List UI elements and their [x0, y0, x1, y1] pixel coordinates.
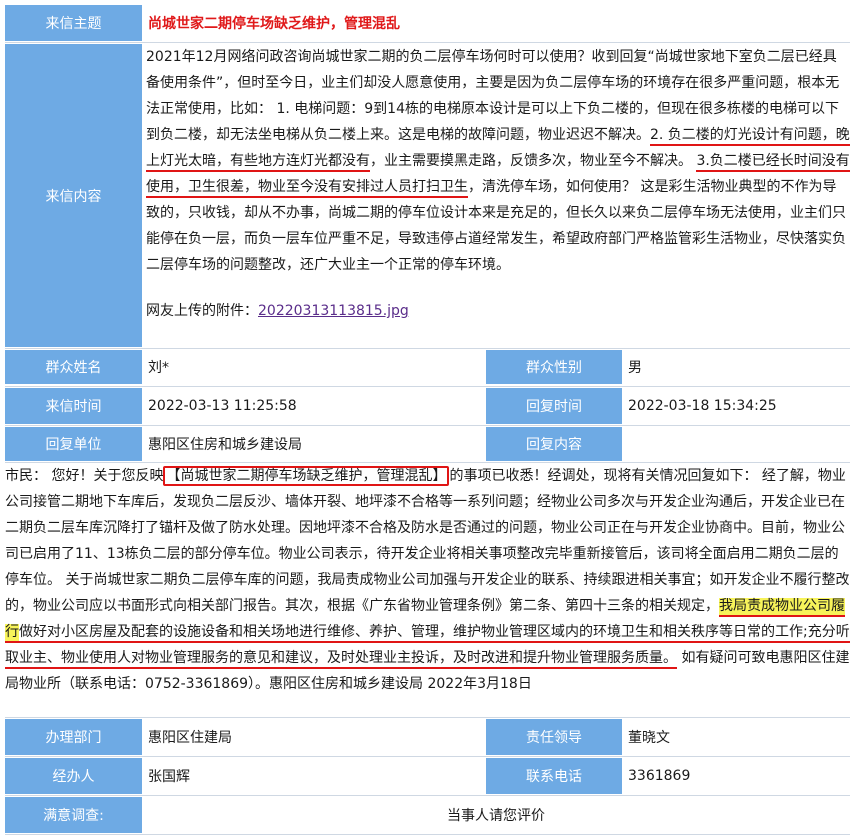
reply-part2: 的事项已收悉！经调处，现将有关情况回复如下： 经了解，物业公司接管二期地下车库后… [5, 468, 850, 614]
divider [5, 795, 850, 796]
unit-label: 回复单位 [5, 427, 142, 461]
reply-part1: 市民： 您好！关于您反映 [5, 468, 164, 484]
name-label: 群众姓名 [5, 350, 142, 384]
attachment-line: 网友上传的附件：20220313113815.jpg [146, 298, 850, 324]
subject-value: 尚城世家二期停车场缺乏维护，管理混乱 [142, 5, 850, 41]
reply-time-value: 2022-03-18 15:34:25 [622, 388, 850, 424]
reply-body: 市民： 您好！关于您反映 【尚城世家二期停车场缺乏维护，管理混乱】 的事项已收悉！经… [5, 463, 850, 697]
survey-value[interactable]: 当事人请您评价 [142, 797, 850, 833]
subject-label: 来信主题 [5, 5, 142, 41]
letter-content: 2021年12月网络问政咨询尚城世家二期的负二层停车场何时可以使用？收到回复“尚… [146, 44, 850, 324]
letter-subject: 尚城世家二期停车场缺乏维护，管理混乱 [148, 16, 400, 32]
gender-label: 群众性别 [486, 350, 622, 384]
divider [5, 462, 850, 463]
divider [5, 756, 850, 757]
attachment-label: 网友上传的附件： [146, 303, 258, 319]
name-value: 刘* [142, 350, 482, 384]
handler-value: 张国辉 [142, 758, 482, 794]
divider [5, 386, 850, 387]
content-part2: ，业主需要摸黑走路，反馈多次，物业至今不解决。 [370, 153, 697, 169]
leader-label: 责任领导 [486, 719, 622, 755]
survey-label: 满意调查: [5, 797, 142, 833]
divider [5, 425, 850, 426]
handler-label: 经办人 [5, 758, 142, 794]
attachment-link[interactable]: 20220313113815.jpg [258, 303, 409, 319]
time-value: 2022-03-13 11:25:58 [142, 388, 482, 424]
dept-label: 办理部门 [5, 719, 142, 755]
time-label: 来信时间 [5, 388, 142, 424]
content-label: 来信内容 [5, 44, 142, 347]
divider [5, 717, 850, 718]
reply-content-label: 回复内容 [486, 427, 622, 461]
phone-label: 联系电话 [486, 758, 622, 794]
reply-time-label: 回复时间 [486, 388, 622, 424]
divider [5, 348, 850, 349]
dept-value: 惠阳区住建局 [142, 719, 482, 755]
phone-value: 3361869 [622, 758, 850, 794]
leader-value: 董晓文 [622, 719, 850, 755]
unit-value: 惠阳区住房和城乡建设局 [142, 427, 482, 461]
divider [5, 834, 850, 835]
gender-value: 男 [622, 350, 850, 384]
letter-content-text: 2021年12月网络问政咨询尚城世家二期的负二层停车场何时可以使用？收到回复“尚… [146, 44, 850, 278]
divider [5, 42, 850, 43]
reply-boxed-title: 【尚城世家二期停车场缺乏维护，管理混乱】 [163, 466, 450, 486]
